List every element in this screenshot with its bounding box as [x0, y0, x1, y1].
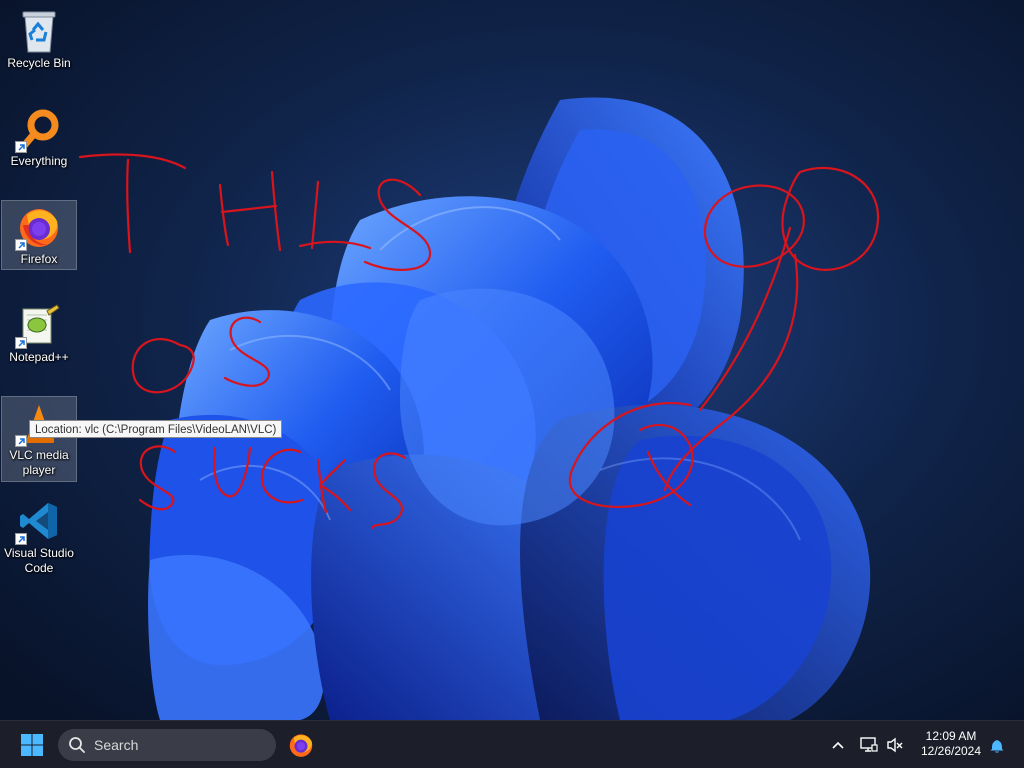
notifications-button[interactable] — [986, 733, 1008, 757]
taskbar-firefox-button[interactable] — [284, 729, 318, 761]
desktop-icon-firefox[interactable]: Firefox — [1, 200, 77, 270]
start-button[interactable] — [14, 730, 50, 760]
shortcut-arrow-icon — [15, 533, 27, 545]
clock-time: 12:09 AM — [925, 729, 977, 743]
desktop[interactable]: Recycle Bin Everything Firefox Notepad++… — [0, 0, 1024, 720]
network-icon — [860, 737, 878, 752]
volume-button[interactable] — [884, 733, 906, 757]
show-hidden-icons-button[interactable] — [827, 733, 849, 757]
shortcut-arrow-icon — [15, 435, 27, 447]
windows-logo-icon — [21, 734, 43, 756]
volume-muted-icon — [887, 737, 903, 753]
desktop-icon-recycle-bin[interactable]: Recycle Bin — [1, 4, 77, 74]
shortcut-arrow-icon — [15, 337, 27, 349]
firefox-icon — [289, 734, 313, 757]
notepad-plus-plus-icon — [15, 301, 63, 349]
shortcut-arrow-icon — [15, 141, 27, 153]
desktop-icon-vlc[interactable]: VLC media player — [1, 396, 77, 482]
desktop-icon-label: Recycle Bin — [7, 56, 71, 70]
everything-search-icon — [15, 105, 63, 153]
notification-bell-icon — [990, 740, 1004, 753]
firefox-icon — [15, 203, 63, 251]
wallpaper-bloom — [0, 0, 1024, 720]
desktop-icon-label: Everything — [10, 154, 68, 168]
taskbar: Search 12:09 AM 12/26/2024 — [0, 720, 1024, 768]
desktop-icon-notepad-plus-plus[interactable]: Notepad++ — [1, 298, 77, 368]
clock-date: 12/26/2024 — [920, 744, 982, 758]
desktop-icon-label: Firefox — [20, 252, 58, 266]
network-button[interactable] — [858, 733, 880, 757]
desktop-icon-everything[interactable]: Everything — [1, 102, 77, 172]
chevron-up-icon — [832, 741, 844, 749]
desktop-icon-label: Visual Studio Code — [4, 546, 74, 575]
shortcut-arrow-icon — [15, 239, 27, 251]
taskbar-clock[interactable]: 12:09 AM 12/26/2024 — [912, 729, 990, 763]
desktop-icon-vscode[interactable]: Visual Studio Code — [1, 494, 77, 580]
recycle-bin-icon — [15, 7, 63, 55]
search-icon — [69, 737, 85, 753]
vscode-icon — [15, 497, 63, 545]
desktop-icon-label: VLC media player — [9, 448, 69, 477]
desktop-icon-label: Notepad++ — [9, 350, 69, 364]
taskbar-search-box[interactable]: Search — [58, 729, 276, 761]
search-placeholder: Search — [94, 737, 139, 753]
icon-location-tooltip: Location: vlc (C:\Program Files\VideoLAN… — [29, 420, 283, 438]
